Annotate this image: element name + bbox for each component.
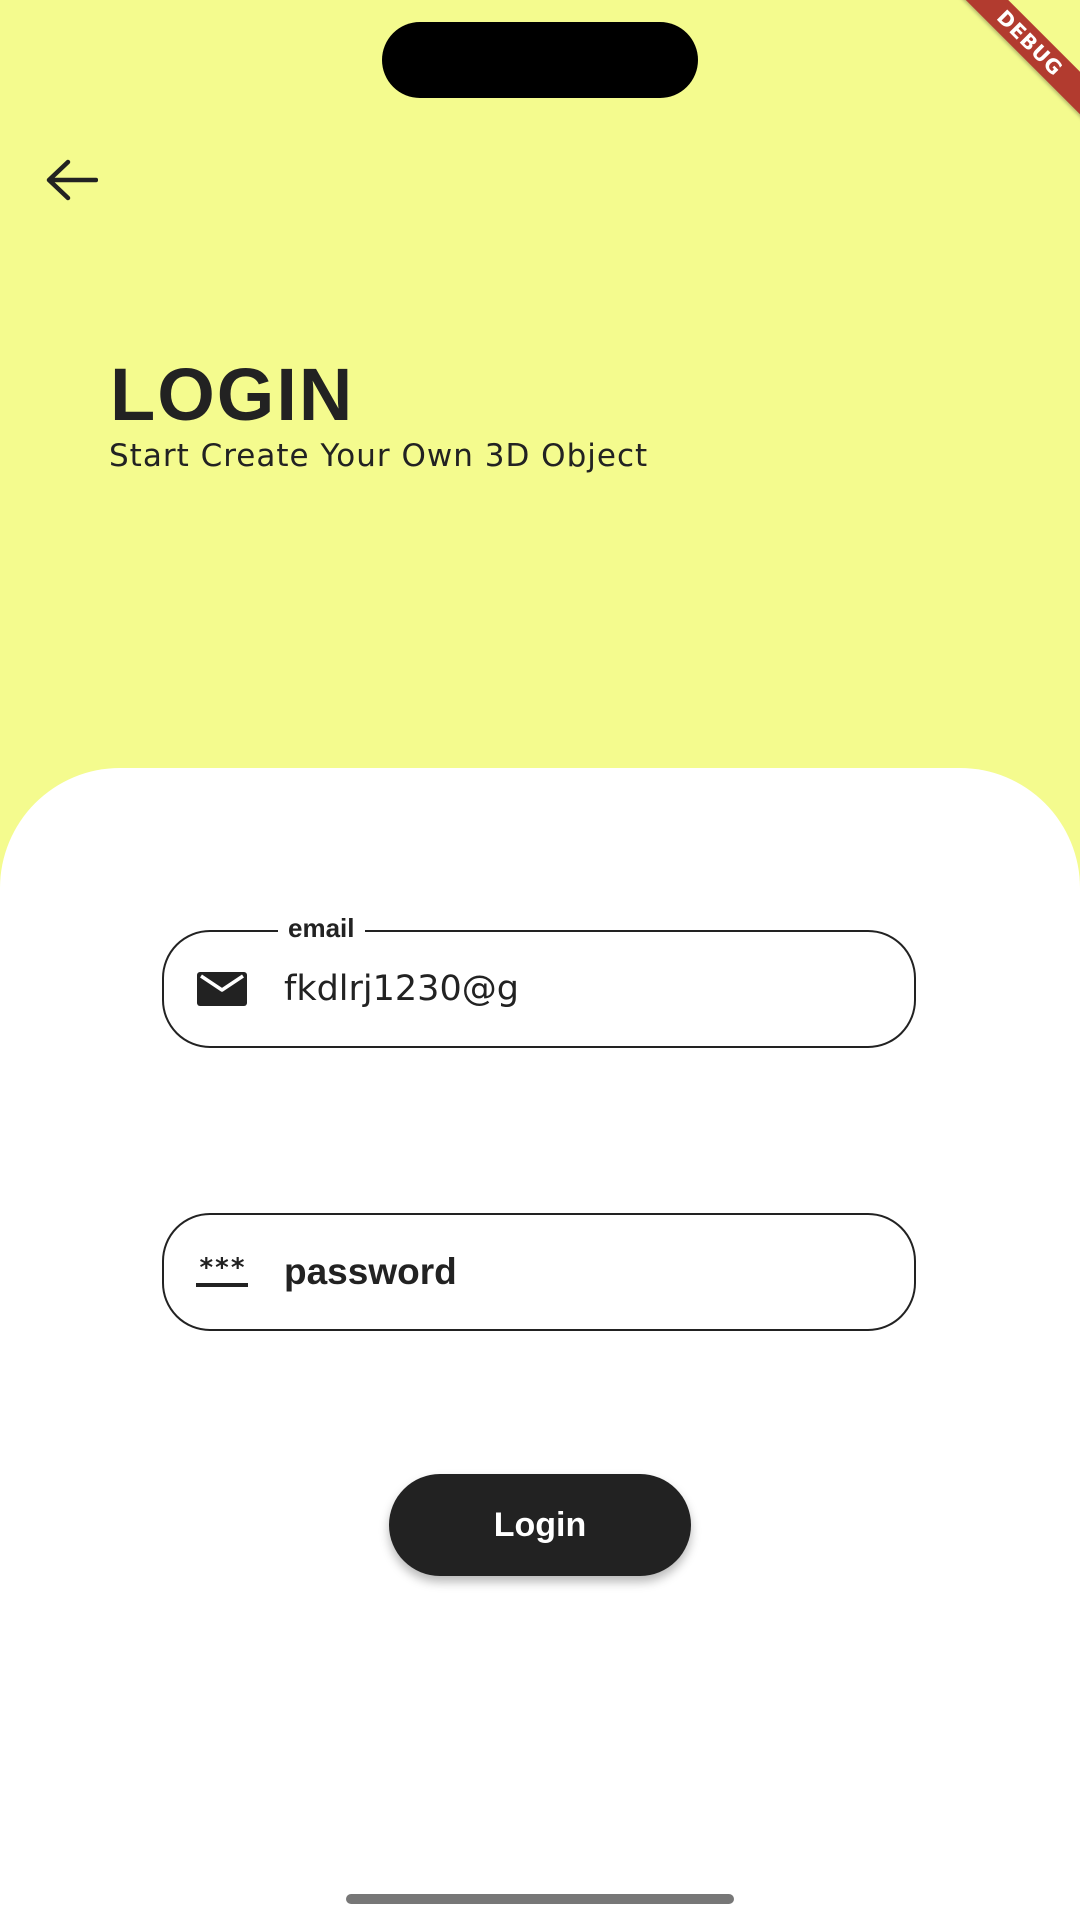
login-button[interactable]: Login: [389, 1474, 691, 1576]
page-subtitle: Start Create Your Own 3D Object: [109, 438, 649, 474]
email-input[interactable]: fkdlrj1230@g: [284, 932, 884, 1046]
debug-banner: DEBUG: [930, 0, 1080, 150]
home-indicator[interactable]: [346, 1894, 734, 1904]
camera-notch: [382, 22, 698, 98]
password-input[interactable]: password: [284, 1215, 884, 1329]
debug-banner-label: DEBUG: [941, 0, 1080, 132]
back-button[interactable]: [36, 150, 106, 210]
page-title: LOGIN: [110, 353, 355, 436]
email-field[interactable]: email fkdlrj1230@g: [162, 910, 916, 1048]
mail-icon: [194, 932, 250, 1046]
arrow-left-icon: [46, 159, 98, 201]
password-field[interactable]: *** password: [162, 1213, 916, 1331]
password-icon: ***: [194, 1215, 250, 1329]
